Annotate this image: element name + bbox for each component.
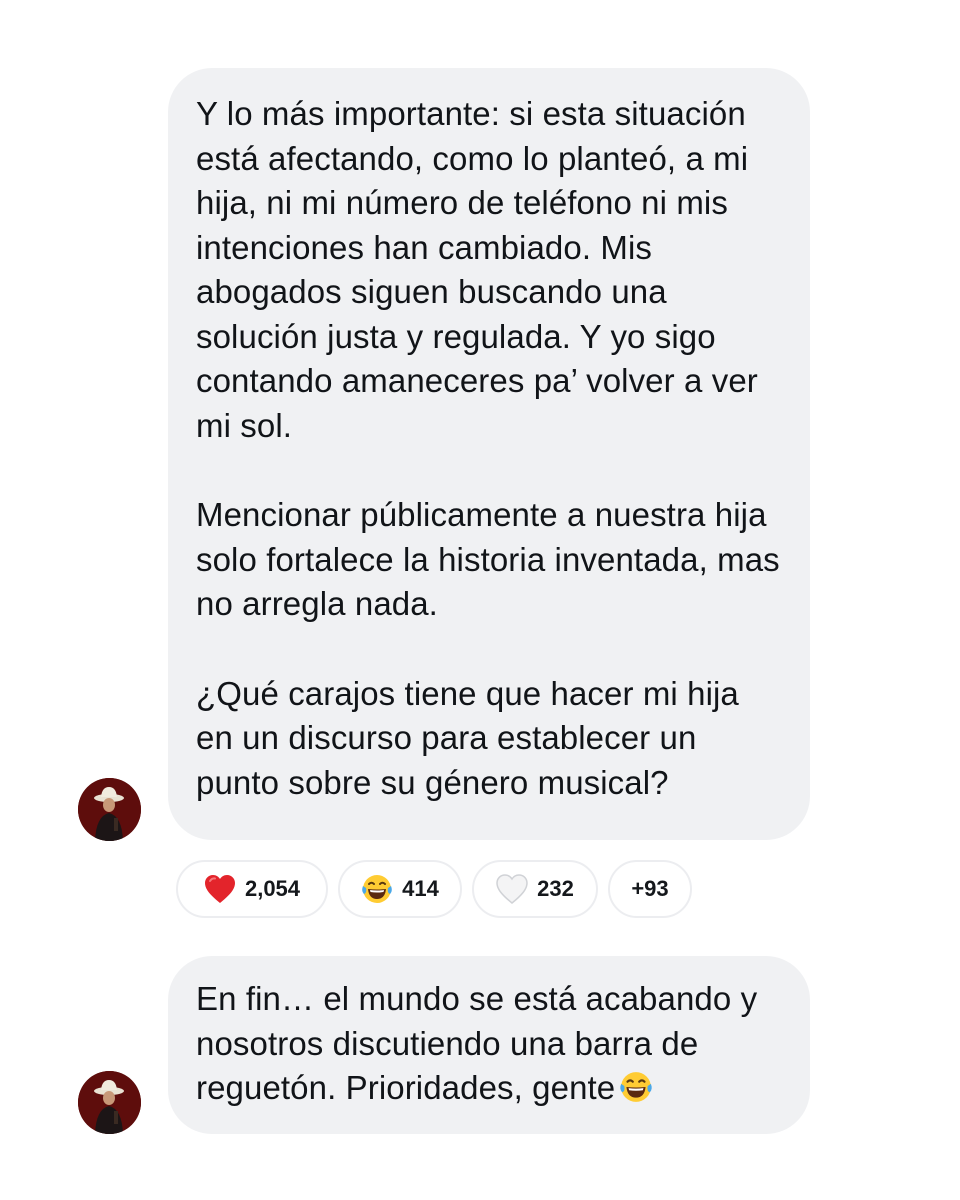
- message-bubble-2[interactable]: En fin… el mundo se está acabando y noso…: [168, 956, 810, 1134]
- white-heart-icon: [496, 874, 528, 904]
- message-1-paragraph-1: Y lo más importante: si esta situación e…: [196, 95, 758, 444]
- message-bubble-1[interactable]: Y lo más importante: si esta situación e…: [168, 68, 810, 840]
- reaction-tears-of-joy[interactable]: 414: [338, 860, 462, 918]
- reaction-count: 2,054: [244, 876, 301, 901]
- message-2-text: En fin… el mundo se está acabando y noso…: [196, 980, 758, 1106]
- face-with-tears-of-joy-icon: [620, 1072, 652, 1102]
- reaction-white-heart[interactable]: 232: [472, 860, 598, 918]
- reaction-red-heart[interactable]: 2,054: [176, 860, 328, 918]
- sender-avatar[interactable]: [78, 1071, 141, 1134]
- reaction-count: 232: [537, 876, 574, 901]
- reaction-count: 414: [402, 876, 439, 901]
- message-1-paragraph-2: Mencionar públicamente a nuestra hija so…: [196, 496, 780, 622]
- red-heart-icon: [204, 875, 235, 903]
- message-2-text-wrap: En fin… el mundo se está acabando y noso…: [196, 977, 782, 1111]
- sender-avatar-cowboy-icon: [78, 1071, 141, 1134]
- reaction-more[interactable]: +93: [608, 860, 692, 918]
- sender-avatar[interactable]: [78, 778, 141, 841]
- face-with-tears-of-joy-icon: [362, 875, 392, 903]
- reaction-more-count: +93: [631, 876, 669, 901]
- message-1-paragraph-3: ¿Qué carajos tiene que hacer mi hija en …: [196, 674, 739, 801]
- sender-avatar-cowboy-icon: [78, 778, 141, 841]
